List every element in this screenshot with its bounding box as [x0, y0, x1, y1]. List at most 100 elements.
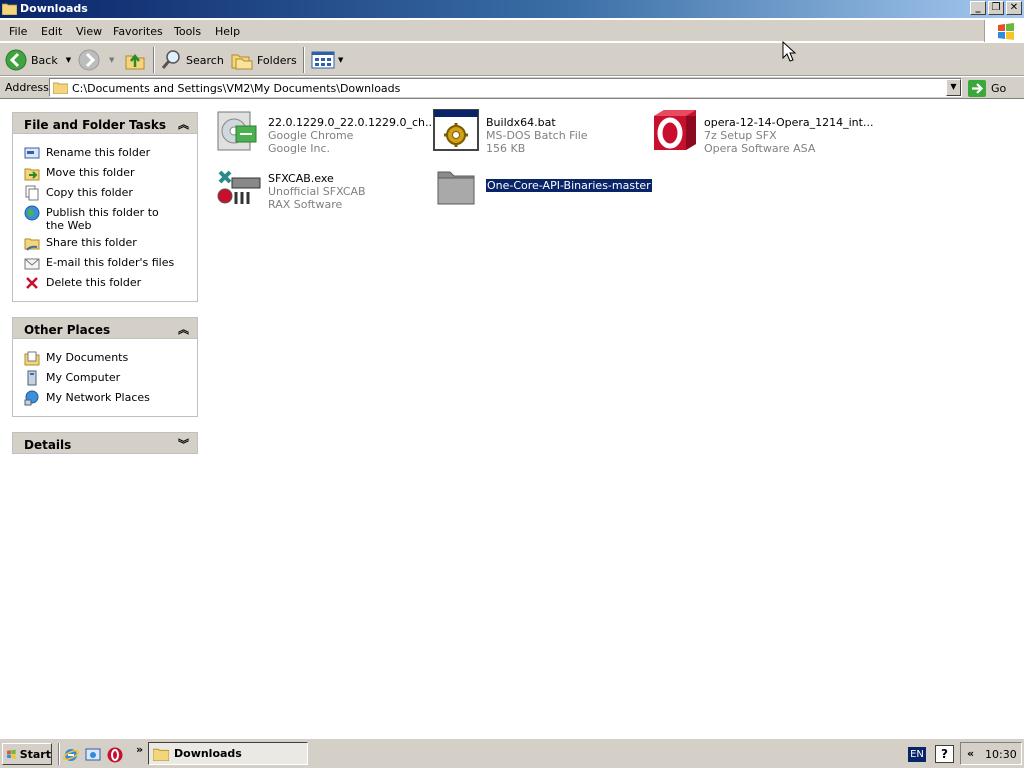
file-name: Buildx64.bat: [486, 116, 556, 129]
folders-icon: [231, 54, 253, 70]
folder-item-one-core-api[interactable]: One-Core-API-Binaries-master: [432, 162, 653, 210]
clock[interactable]: 10:30: [985, 748, 1017, 761]
forward-button[interactable]: ▼: [78, 48, 114, 72]
show-desktop-icon[interactable]: [85, 747, 101, 763]
mouse-pointer-icon: [782, 41, 796, 62]
minimize-button[interactable]: _: [970, 1, 986, 15]
language-indicator[interactable]: EN: [908, 747, 926, 762]
start-label: Start: [19, 747, 51, 761]
panel-title: File and Folder Tasks: [24, 118, 167, 132]
file-list-view: 22.0.1229.0_22.0.1229.0_ch... Google Chr…: [210, 100, 1024, 737]
place-my-network-places[interactable]: My Network Places: [24, 390, 150, 406]
search-label: Search: [186, 53, 224, 67]
back-label: Back: [31, 53, 58, 67]
menu-tools[interactable]: Tools: [174, 25, 201, 38]
file-item-buildx64-bat[interactable]: Buildx64.bat MS-DOS Batch File 156 KB: [432, 106, 588, 155]
opera-icon: [654, 110, 696, 150]
folder-icon: [53, 82, 68, 94]
task-copy-folder[interactable]: Copy this folder: [24, 185, 133, 201]
forward-arrow-icon: [78, 49, 100, 71]
back-arrow-icon: [5, 49, 27, 71]
internet-explorer-icon[interactable]: [63, 747, 79, 763]
installer-icon: [217, 111, 257, 151]
address-dropdown-button[interactable]: ▼: [946, 79, 961, 96]
place-my-computer[interactable]: My Computer: [24, 370, 120, 386]
file-company: RAX Software: [268, 198, 343, 211]
quick-launch-chevron[interactable]: »: [136, 743, 143, 756]
file-name: opera-12-14-Opera_1214_int...: [704, 116, 874, 129]
file-folder-tasks-panel: Rename this folder Move this folder Copy…: [12, 134, 198, 302]
menu-help[interactable]: Help: [215, 25, 240, 38]
taskbar-window-label: Downloads: [174, 747, 242, 760]
opera-launch-icon[interactable]: [107, 747, 123, 763]
folder-icon: [153, 748, 169, 761]
collapse-chevron-icon[interactable]: ︽: [178, 321, 189, 337]
address-value: C:\Documents and Settings\VM2\My Documen…: [72, 82, 401, 95]
system-tray: « 10:30: [960, 742, 1022, 765]
task-delete-folder[interactable]: Delete this folder: [24, 275, 141, 291]
copy-icon: [25, 185, 39, 201]
go-button[interactable]: Go: [968, 79, 1006, 97]
collapse-chevron-icon[interactable]: ︽: [178, 116, 189, 132]
address-input[interactable]: C:\Documents and Settings\VM2\My Documen…: [49, 78, 962, 97]
start-button[interactable]: Start: [2, 743, 52, 765]
task-pane: File and Folder Tasks ︽ Rename this fold…: [0, 100, 210, 737]
place-my-documents[interactable]: My Documents: [24, 350, 128, 366]
folders-button[interactable]: Folders: [231, 48, 297, 72]
details-header[interactable]: Details ︾: [12, 432, 198, 454]
file-type: 7z Setup SFX: [704, 129, 777, 142]
taskbar: Start » Downloads EN ? « 10:30: [0, 738, 1024, 768]
window-title: Downloads: [20, 2, 88, 15]
file-item-sfxcab-exe[interactable]: SFXCAB.exe Unofficial SFXCAB RAX Softwar…: [214, 162, 366, 211]
task-rename-folder[interactable]: Rename this folder: [24, 145, 150, 161]
file-name: One-Core-API-Binaries-master: [485, 178, 653, 193]
menu-favorites[interactable]: Favorites: [113, 25, 163, 38]
file-item-opera-installer[interactable]: opera-12-14-Opera_1214_int... 7z Setup S…: [650, 106, 873, 155]
my-documents-icon: [24, 351, 40, 366]
my-computer-icon: [27, 370, 37, 386]
network-places-icon: [24, 390, 39, 406]
help-icon[interactable]: ?: [935, 745, 954, 763]
back-button[interactable]: Back ▼: [5, 48, 71, 72]
search-button[interactable]: Search: [160, 48, 224, 72]
close-button[interactable]: ✕: [1006, 1, 1022, 15]
file-name: 22.0.1229.0_22.0.1229.0_ch...: [268, 116, 436, 129]
taskbar-window-downloads[interactable]: Downloads: [148, 742, 308, 765]
tray-expand-chevron[interactable]: «: [967, 747, 974, 760]
views-button[interactable]: ▼: [311, 48, 343, 72]
menu-file[interactable]: File: [9, 25, 27, 38]
address-label: Address: [5, 81, 49, 94]
panel-title: Details: [24, 438, 72, 452]
maximize-button[interactable]: ❐: [988, 1, 1004, 15]
up-folder-button[interactable]: [124, 48, 146, 72]
toolbar-separator: [153, 47, 155, 73]
folder-icon: [2, 3, 17, 15]
panel-title: Other Places: [24, 323, 111, 337]
task-move-folder[interactable]: Move this folder: [24, 165, 135, 181]
other-places-panel: My Documents My Computer My Network Plac…: [12, 339, 198, 417]
sfxcab-icon: [217, 170, 261, 204]
expand-chevron-icon[interactable]: ︾: [178, 436, 189, 452]
menu-view[interactable]: View: [76, 25, 102, 38]
title-bar[interactable]: Downloads _ ❐ ✕: [0, 0, 1024, 18]
up-folder-icon: [125, 53, 145, 70]
task-share-folder[interactable]: Share this folder: [24, 235, 137, 251]
task-email-files[interactable]: E-mail this folder's files: [24, 255, 174, 271]
task-publish-folder[interactable]: Publish this folder to the Web: [24, 205, 176, 232]
views-icon: [311, 51, 335, 69]
file-item-chrome-installer[interactable]: 22.0.1229.0_22.0.1229.0_ch... Google Chr…: [214, 106, 435, 155]
taskbar-separator: [58, 743, 60, 765]
other-places-header[interactable]: Other Places ︽: [12, 317, 198, 339]
file-folder-tasks-header[interactable]: File and Folder Tasks ︽: [12, 112, 198, 134]
go-arrow-icon: [968, 79, 986, 97]
back-dropdown-icon[interactable]: ▼: [66, 56, 71, 64]
views-dropdown-icon[interactable]: ▼: [338, 56, 343, 64]
menu-edit[interactable]: Edit: [41, 25, 62, 38]
forward-dropdown-icon[interactable]: ▼: [109, 56, 114, 64]
windows-logo-icon: [984, 20, 1024, 42]
delete-icon: [26, 277, 38, 289]
file-company: Opera Software ASA: [704, 142, 816, 155]
file-size: 156 KB: [486, 142, 526, 155]
standard-toolbar: Back ▼ ▼ Search Folders ▼: [0, 43, 1024, 76]
go-label: Go: [991, 81, 1007, 95]
